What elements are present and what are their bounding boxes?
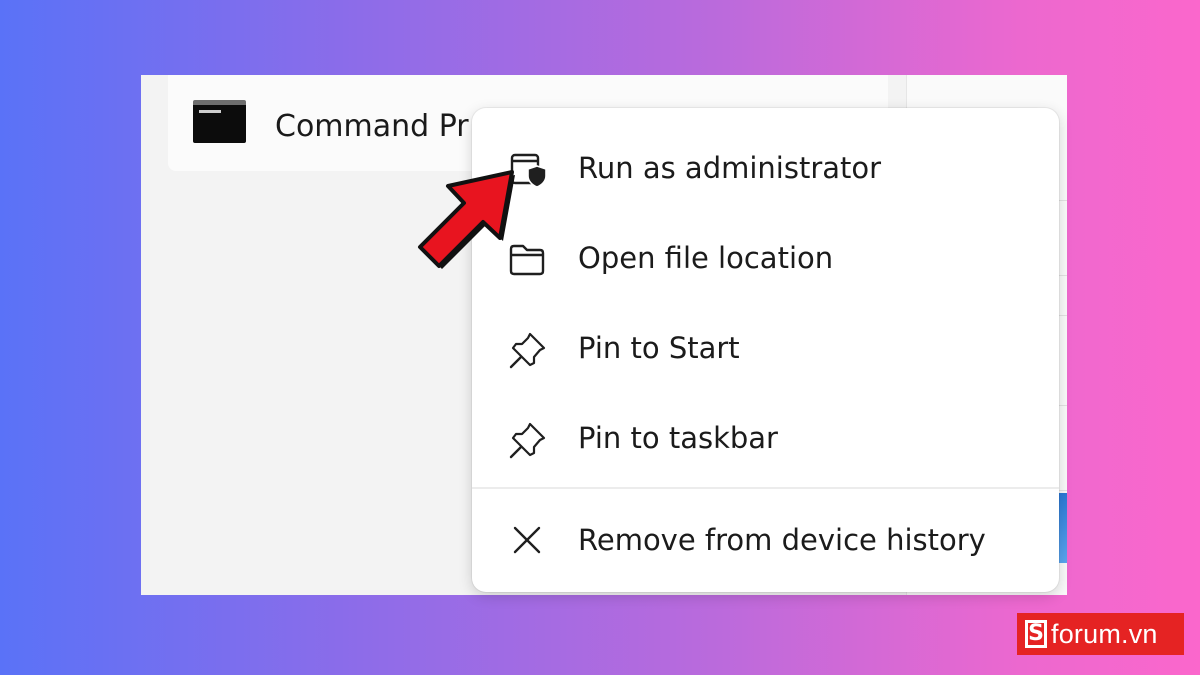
menu-item-pin-to-taskbar[interactable]: Pin to taskbar — [472, 398, 1059, 478]
menu-divider — [472, 487, 1059, 489]
menu-item-pin-to-start[interactable]: Pin to Start — [472, 308, 1059, 388]
logo-mark: S — [1025, 620, 1047, 648]
command-prompt-icon — [193, 100, 246, 143]
menu-item-open-file-location[interactable]: Open file location — [472, 218, 1059, 298]
menu-item-label: Pin to Start — [578, 331, 740, 365]
menu-item-remove-from-device-history[interactable]: Remove from device history — [472, 500, 1059, 580]
menu-item-label: Run as administrator — [578, 151, 882, 185]
pin-icon — [509, 332, 546, 369]
menu-item-label: Open file location — [578, 241, 834, 275]
close-icon — [513, 526, 541, 554]
app-name: Command Pr — [275, 109, 469, 144]
context-menu: Run as administrator Open file location … — [472, 108, 1059, 592]
menu-item-run-as-administrator[interactable]: Run as administrator — [472, 128, 1059, 208]
sforum-logo: S forum.vn — [1017, 613, 1184, 655]
menu-item-label: Pin to taskbar — [578, 421, 778, 455]
pin-icon — [509, 422, 546, 459]
logo-text: forum.vn — [1051, 618, 1158, 649]
red-arrow-icon — [418, 170, 515, 269]
menu-item-label: Remove from device history — [578, 523, 986, 557]
